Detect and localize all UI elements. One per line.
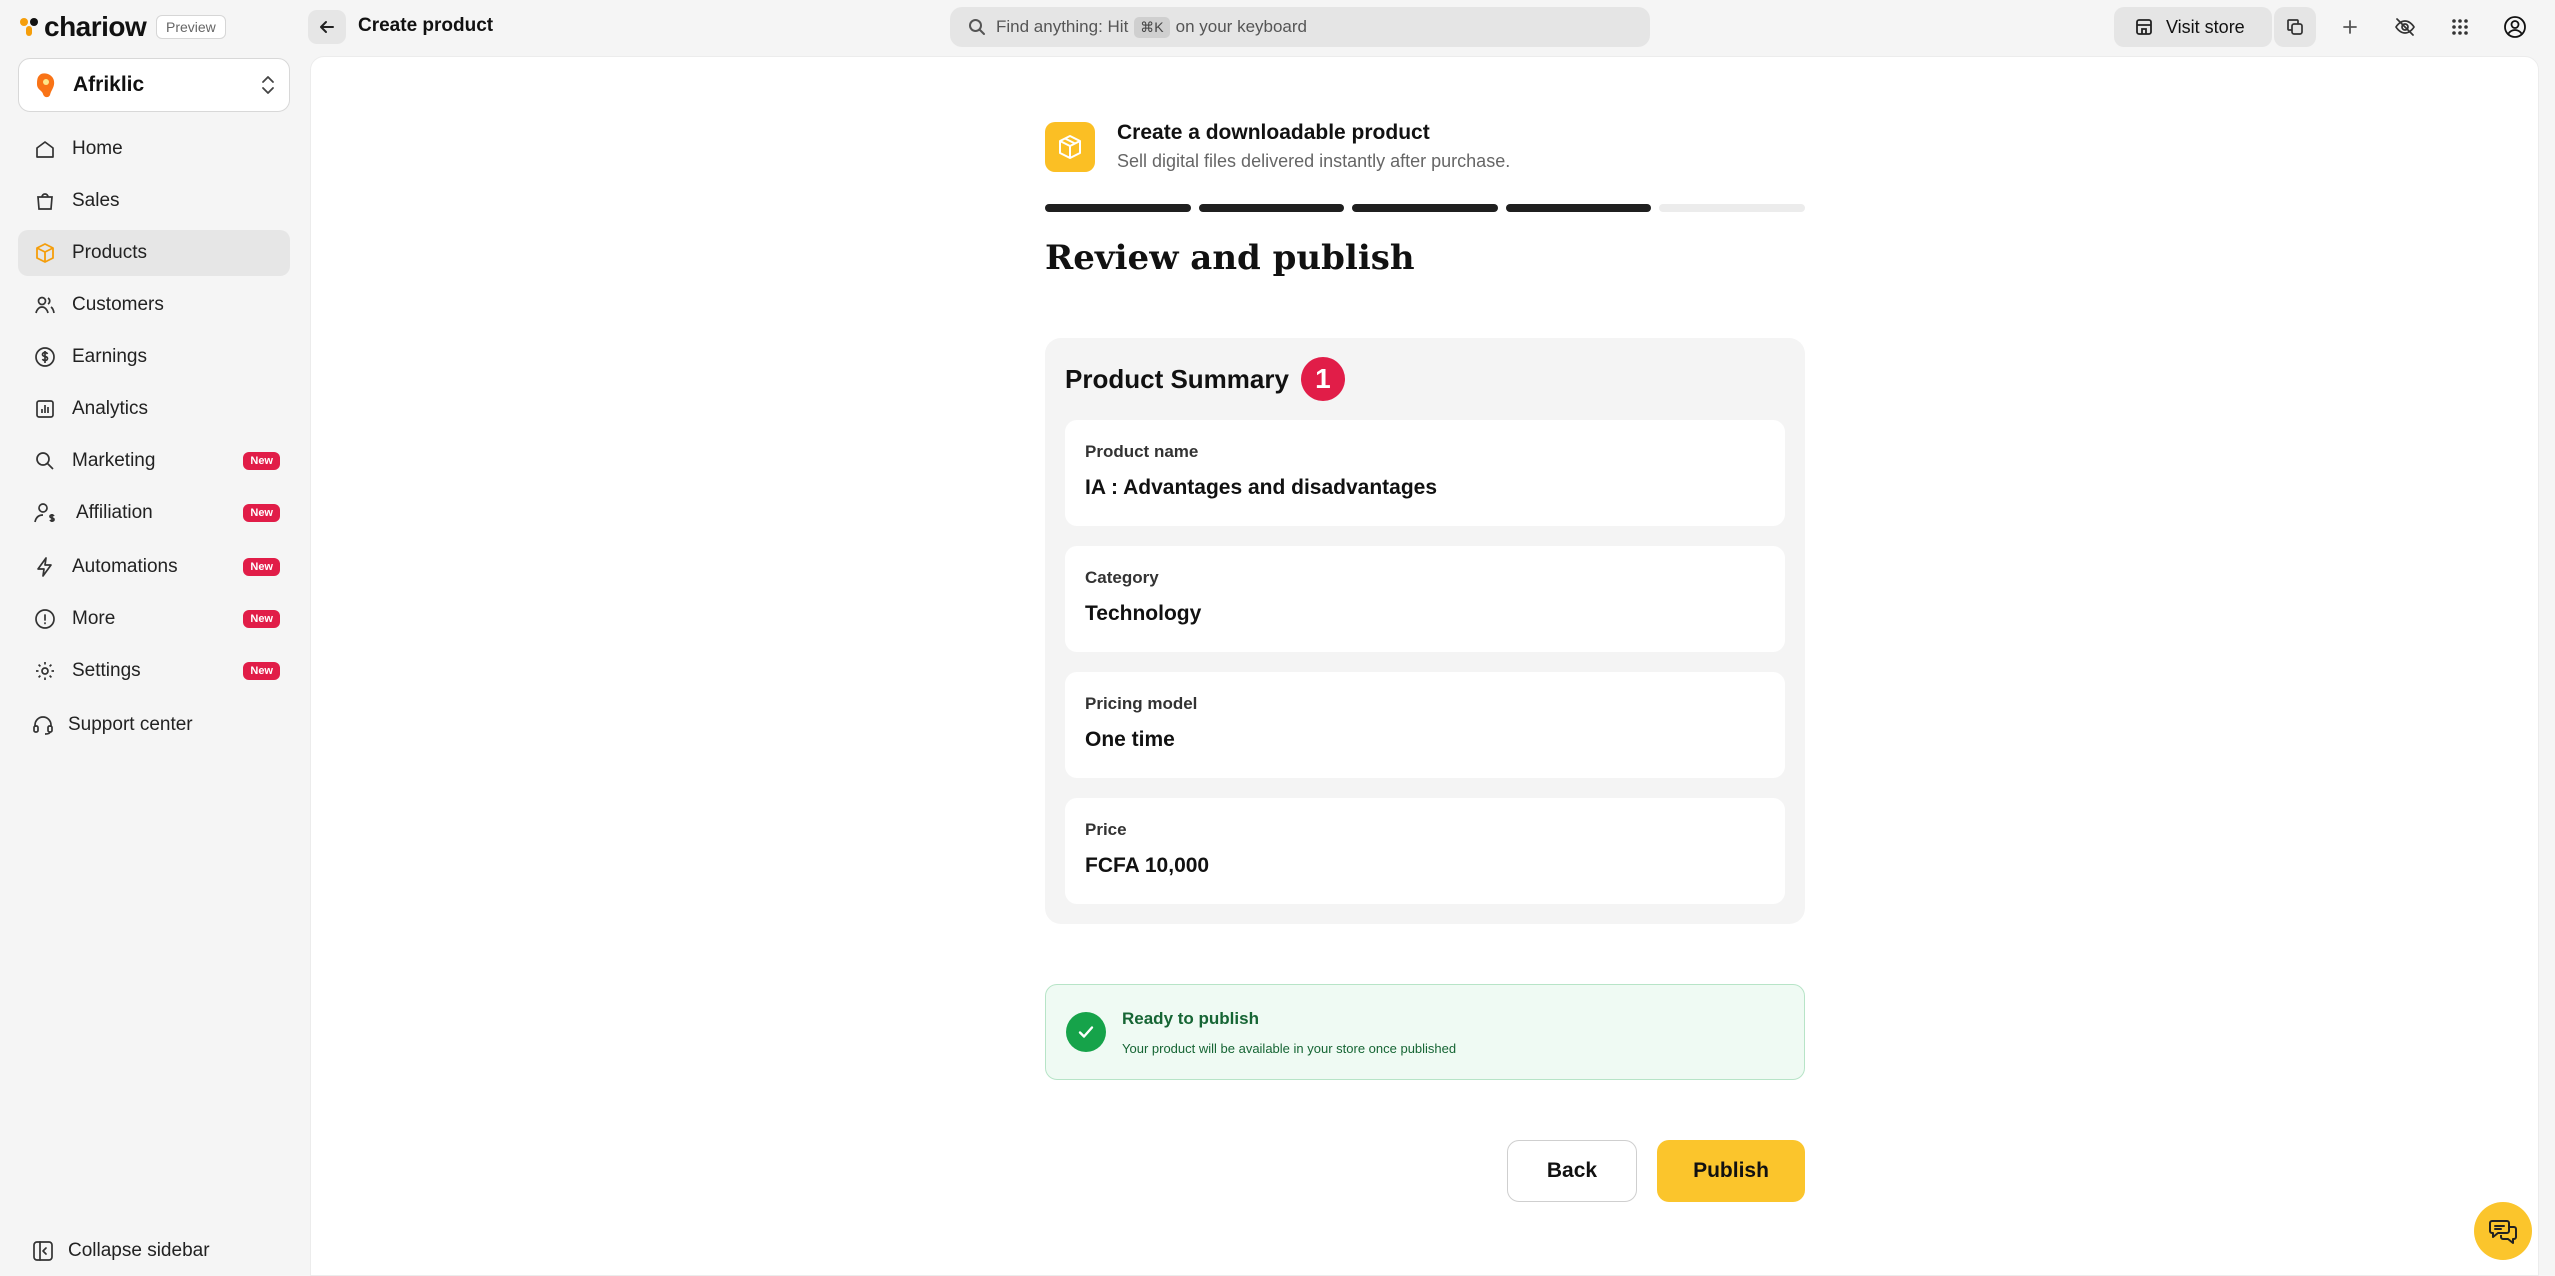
ready-subtitle: Your product will be available in your s… — [1122, 1040, 1457, 1056]
apps-button[interactable] — [2439, 7, 2481, 47]
section-heading: Review and publish — [1045, 238, 1415, 278]
workspace-name: Afriklic — [73, 73, 145, 96]
top-bar: chariow Preview Create product Find anyt… — [0, 0, 2555, 54]
new-badge: New — [243, 504, 280, 522]
step-progress — [1045, 204, 1805, 212]
step-indicator — [1045, 204, 1191, 212]
ready-title: Ready to publish — [1122, 1008, 1259, 1028]
sidebar-item-marketing[interactable]: Marketing New — [18, 438, 290, 484]
chevron-up-down-icon — [262, 76, 274, 94]
add-button[interactable] — [2329, 7, 2371, 47]
visit-store-label: Visit store — [2166, 16, 2245, 37]
shortcut-key: ⌘K — [1134, 16, 1170, 38]
search-bar[interactable]: Find anything: Hit ⌘K on your keyboard — [950, 7, 1650, 47]
sidebar-collapse-icon — [33, 1241, 53, 1261]
sidebar-item-home[interactable]: Home — [18, 126, 290, 172]
box-icon — [32, 240, 58, 266]
step-indicator — [1659, 204, 1805, 212]
sidebar-item-customers[interactable]: Customers — [18, 282, 290, 328]
user-circle-icon — [2504, 16, 2526, 38]
wizard-actions: Back Publish — [1045, 1140, 1805, 1202]
sidebar: Afriklic Home Sales Products Customers E… — [0, 54, 310, 1276]
workspace-avatar-icon — [37, 73, 55, 98]
dollar-circle-icon — [32, 344, 58, 370]
new-badge: New — [243, 558, 280, 576]
info-circle-icon — [32, 606, 58, 632]
summary-field-price: Price FCFA 10,000 — [1065, 798, 1785, 904]
package-icon — [1045, 121, 1095, 172]
summary-count-badge: 1 — [1300, 357, 1345, 401]
summary-field-category: Category Technology — [1065, 546, 1785, 652]
eye-off-icon — [2395, 18, 2415, 36]
visit-store-button[interactable]: Visit store — [2114, 7, 2272, 47]
publish-button[interactable]: Publish — [1657, 1140, 1805, 1202]
step-indicator — [1505, 204, 1652, 212]
collapse-sidebar-button[interactable]: Collapse sidebar — [32, 1240, 210, 1262]
brand-name: chariow — [44, 11, 147, 42]
new-badge: New — [243, 610, 280, 628]
megaphone-icon — [32, 448, 58, 474]
ready-to-publish-alert: Ready to publish Your product will be av… — [1045, 984, 1805, 1080]
check-circle-icon — [1066, 1012, 1106, 1052]
wizard-subtitle: Sell digital files delivered instantly a… — [1117, 151, 1511, 171]
copy-icon — [2287, 19, 2303, 35]
page-title: Create product — [358, 15, 494, 36]
chat-bubbles-icon — [2489, 1220, 2517, 1244]
summary-title: Product Summary — [1065, 363, 1289, 394]
wizard-title: Create a downloadable product — [1117, 121, 1430, 144]
main-panel: Create a downloadable product Sell digit… — [310, 56, 2539, 1276]
search-placeholder: Find anything: Hit ⌘K on your keyboard — [996, 16, 1308, 38]
sidebar-item-products[interactable]: Products — [18, 230, 290, 276]
collapse-sidebar-label: Collapse sidebar — [68, 1240, 210, 1261]
sidebar-item-sales[interactable]: Sales — [18, 178, 290, 224]
grid-icon — [2452, 19, 2468, 35]
sidebar-item-affiliation[interactable]: Affiliation New — [18, 490, 290, 536]
sidebar-item-more[interactable]: More New — [18, 596, 290, 642]
preview-badge: Preview — [156, 15, 226, 39]
summary-field-pricing-model: Pricing model One time — [1065, 672, 1785, 778]
store-icon — [2136, 19, 2152, 35]
sidebar-item-automations[interactable]: Automations New — [18, 544, 290, 590]
search-icon — [969, 19, 985, 35]
support-chat-button[interactable] — [2474, 1202, 2532, 1260]
sidebar-item-settings[interactable]: Settings New — [18, 648, 290, 694]
back-button[interactable]: Back — [1507, 1140, 1637, 1202]
user-dollar-icon — [32, 500, 58, 526]
sidebar-item-support[interactable]: Support center — [18, 702, 290, 748]
sidebar-item-analytics[interactable]: Analytics — [18, 386, 290, 432]
workspace-switcher[interactable]: Afriklic — [18, 58, 290, 112]
arrow-left-icon — [320, 21, 334, 33]
headset-icon — [30, 712, 56, 738]
summary-field-product-name: Product name IA : Advantages and disadva… — [1065, 420, 1785, 526]
step-indicator — [1352, 204, 1498, 212]
wizard-intro: Create a downloadable product Sell digit… — [1045, 121, 1805, 172]
shopping-bag-icon — [32, 188, 58, 214]
gear-icon — [32, 658, 58, 684]
new-badge: New — [243, 662, 280, 680]
step-indicator — [1198, 204, 1345, 212]
hide-values-button[interactable] — [2384, 7, 2426, 47]
users-icon — [32, 292, 58, 318]
wizard-content: Create a downloadable product Sell digit… — [1045, 121, 1805, 1202]
product-summary-card: Product Summary 1 Product name IA : Adva… — [1045, 338, 1805, 924]
sidebar-item-earnings[interactable]: Earnings — [18, 334, 290, 380]
account-button[interactable] — [2494, 7, 2536, 47]
lightning-icon — [32, 554, 58, 580]
bar-chart-icon — [32, 396, 58, 422]
chariow-logo-icon — [20, 18, 38, 36]
new-badge: New — [243, 452, 280, 470]
back-arrow-button[interactable] — [308, 10, 346, 44]
brand-logo[interactable]: chariow — [18, 11, 147, 43]
copy-button[interactable] — [2274, 7, 2316, 47]
home-icon — [32, 136, 58, 162]
plus-icon — [2343, 20, 2357, 34]
